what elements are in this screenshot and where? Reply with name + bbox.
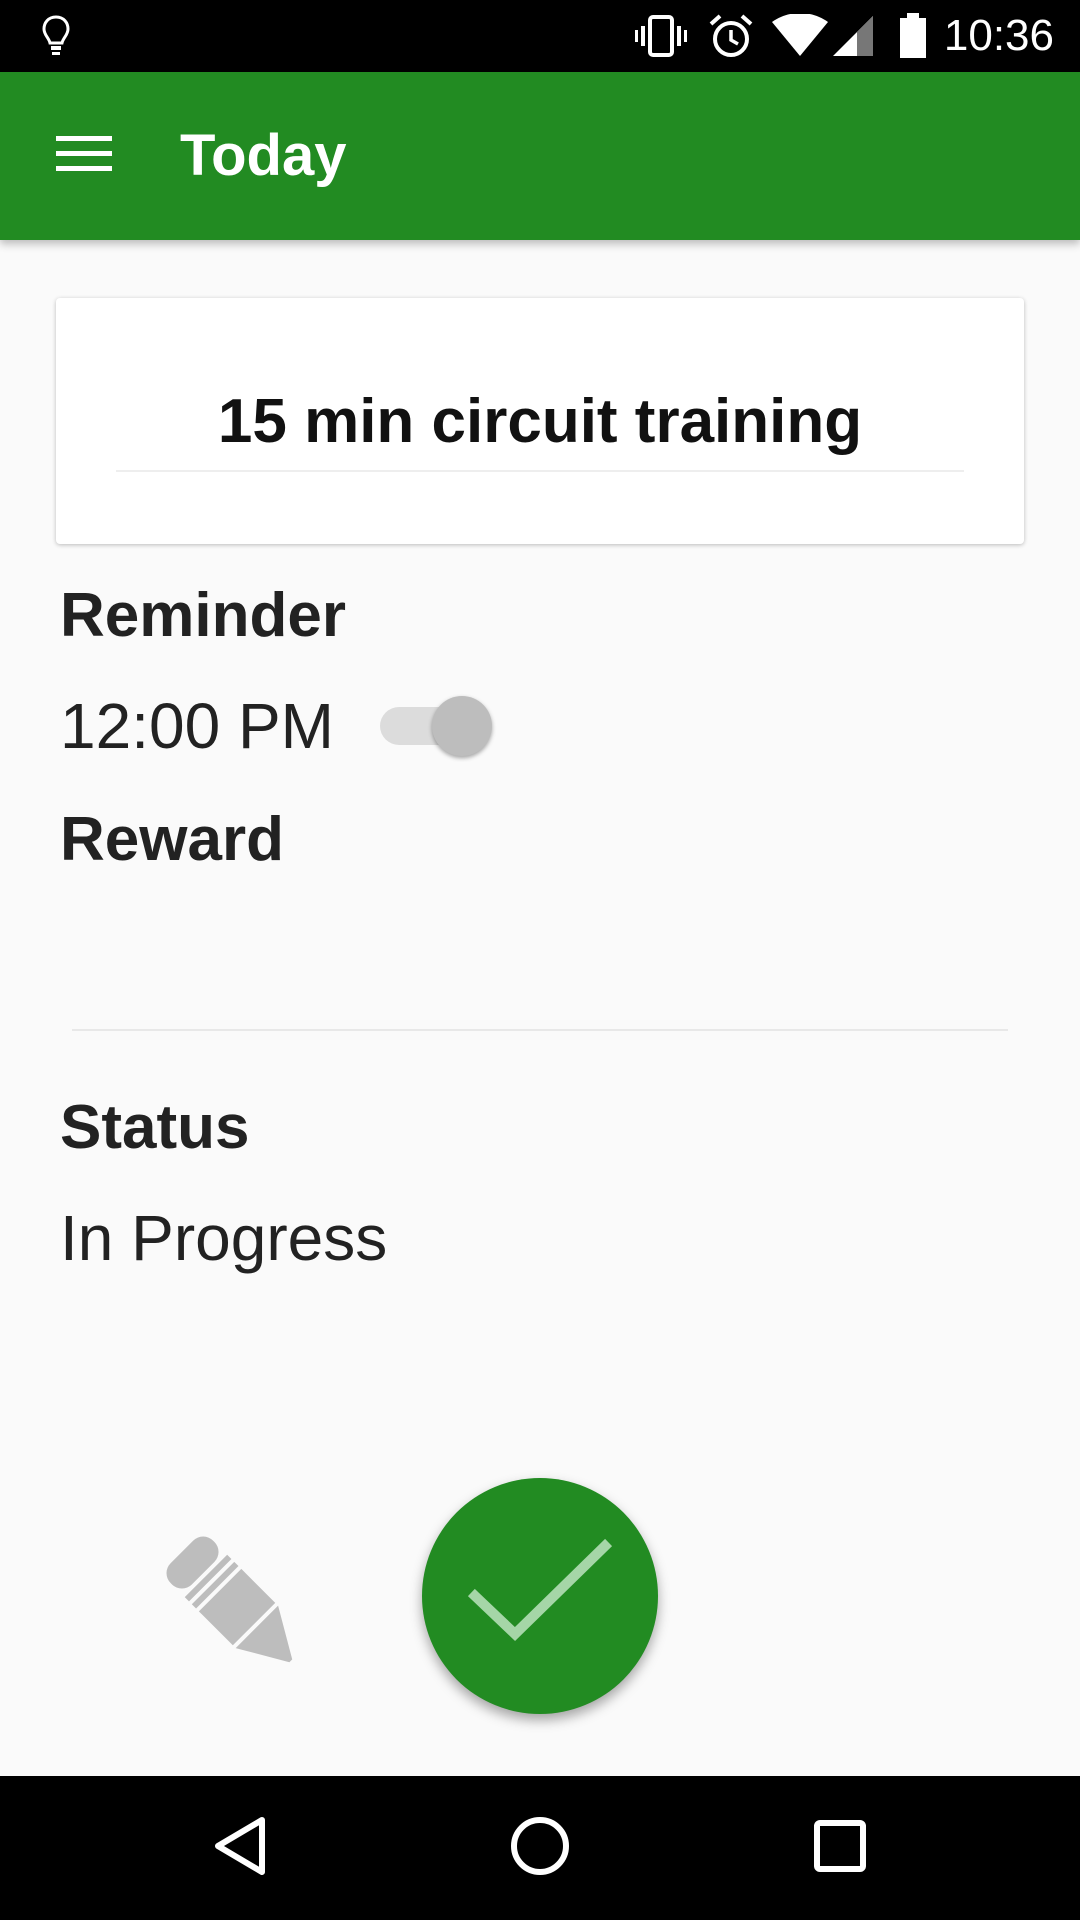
status-time: 10:36 [943, 11, 1054, 60]
toggle-thumb [432, 696, 492, 756]
edit-button[interactable] [140, 1510, 320, 1690]
reward-label: Reward [60, 805, 284, 874]
reminder-time[interactable]: 12:00 PM [60, 686, 334, 766]
wifi-icon [770, 0, 830, 72]
back-button[interactable] [160, 1776, 320, 1920]
vibrate-icon [632, 0, 690, 72]
home-button[interactable] [460, 1776, 620, 1920]
recents-icon [812, 1818, 868, 1879]
status-bar: 10:36 [0, 0, 1080, 72]
battery-icon [896, 0, 930, 72]
task-title-underline [116, 470, 964, 472]
pencil-icon [140, 1536, 320, 1694]
recents-button[interactable] [760, 1776, 920, 1920]
complete-button[interactable] [422, 1478, 658, 1714]
task-title[interactable]: 15 min circuit training [116, 382, 964, 462]
navigation-bar [0, 1776, 1080, 1920]
reward-divider [72, 1029, 1008, 1031]
status-label: Status [60, 1093, 250, 1162]
lightbulb-icon [36, 0, 76, 72]
app-bar: Today [0, 72, 1080, 240]
hamburger-menu-icon [56, 134, 112, 179]
home-icon [508, 1814, 572, 1883]
back-icon [210, 1814, 270, 1883]
alarm-icon [706, 0, 756, 72]
status-value: In Progress [60, 1202, 388, 1274]
reminder-toggle[interactable] [380, 690, 496, 762]
task-card[interactable]: 15 min circuit training [56, 298, 1024, 544]
menu-button[interactable] [40, 112, 128, 200]
signal-icon [830, 0, 876, 72]
checkmark-icon [465, 1534, 615, 1659]
reminder-label: Reminder [60, 581, 346, 650]
page-title: Today [180, 123, 347, 188]
